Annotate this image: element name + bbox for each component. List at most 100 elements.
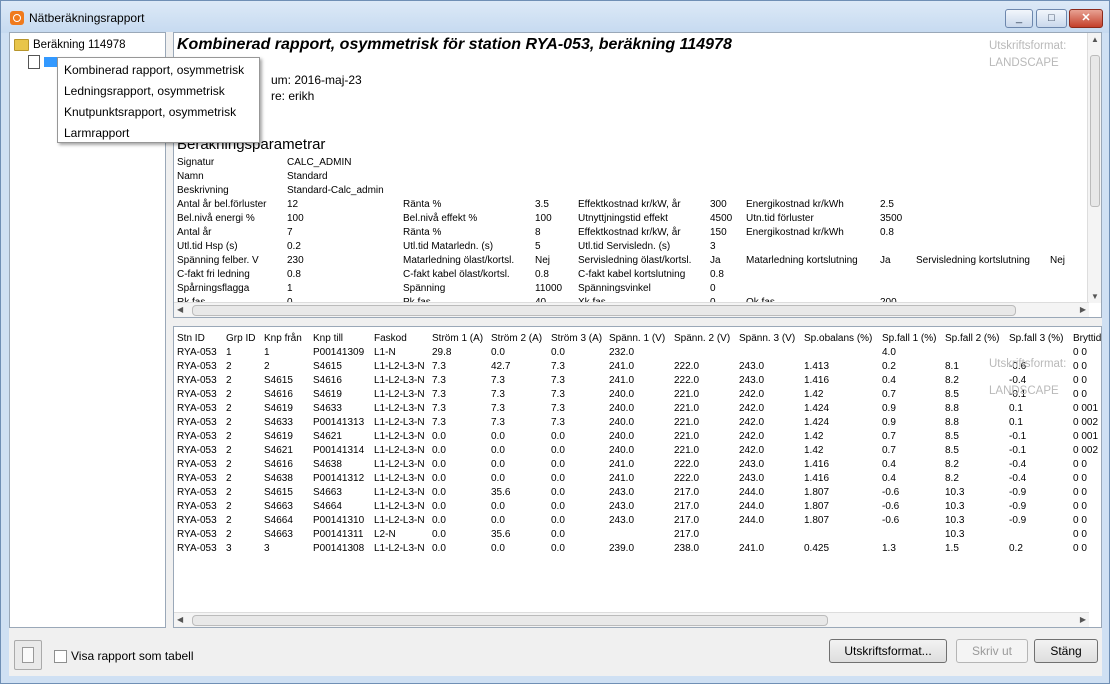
table-cell: 7.3 bbox=[551, 361, 565, 372]
table-cell: 0.4 bbox=[882, 473, 896, 484]
table-cell: 0.0 bbox=[551, 543, 565, 554]
param-label: Utl.tid Matarledn. (s) bbox=[403, 241, 494, 252]
table-cell: L1-L2-L3-N bbox=[374, 501, 425, 512]
table-cell: 241.0 bbox=[609, 361, 635, 372]
table-cell: 243.0 bbox=[739, 473, 765, 484]
table-cell: 7.3 bbox=[551, 389, 565, 400]
table-cell: S4663 bbox=[313, 487, 342, 498]
table-cell: S4621 bbox=[313, 431, 342, 442]
table-cell: 0.1 bbox=[1009, 417, 1023, 428]
table-header[interactable]: Spänn. 3 (V) bbox=[739, 333, 795, 344]
report-vertical-scrollbar[interactable]: ▲ ▼ bbox=[1087, 33, 1101, 303]
table-cell: 243.0 bbox=[739, 361, 765, 372]
table-header[interactable]: Ström 1 (A) bbox=[432, 333, 483, 344]
show-as-table-checkbox[interactable] bbox=[54, 650, 67, 663]
table-cell: 2 bbox=[226, 459, 232, 470]
table-header[interactable]: Sp.fall 1 (%) bbox=[882, 333, 936, 344]
report-user: re: erikh bbox=[271, 89, 315, 103]
table-header[interactable]: Stn ID bbox=[177, 333, 205, 344]
table-cell: 0.0 bbox=[491, 543, 505, 554]
table-cell: 240.0 bbox=[609, 431, 635, 442]
table-cell: 1.424 bbox=[804, 417, 830, 428]
table-cell: 0.0 bbox=[491, 347, 505, 358]
table-cell: 0.0 bbox=[432, 459, 446, 470]
param-label: Spänning felber. V bbox=[177, 255, 259, 266]
table-cell: L1-L2-L3-N bbox=[374, 389, 425, 400]
table-cell: 0.4 bbox=[882, 375, 896, 386]
table-header[interactable]: Sp.fall 3 (%) bbox=[1009, 333, 1063, 344]
horizontal-scroll-thumb[interactable] bbox=[192, 305, 1016, 316]
pdf-export-icon[interactable] bbox=[14, 640, 42, 670]
table-cell: 0 0 bbox=[1073, 529, 1087, 540]
table-cell: RYA-053 bbox=[177, 459, 217, 470]
table-cell: 243.0 bbox=[609, 501, 635, 512]
maximize-button[interactable]: □ bbox=[1036, 9, 1067, 28]
table-cell: 0.0 bbox=[432, 487, 446, 498]
menu-item-line-report[interactable]: Ledningsrapport, osymmetrisk bbox=[64, 82, 225, 100]
menu-item-alarm-report[interactable]: Larmrapport bbox=[64, 124, 129, 142]
table-cell: 8.2 bbox=[945, 459, 959, 470]
tree-root-item[interactable]: Beräkning 114978 bbox=[14, 37, 126, 53]
table-cell: 243.0 bbox=[739, 459, 765, 470]
param-value: 7 bbox=[287, 227, 293, 238]
vertical-scroll-thumb[interactable] bbox=[1090, 55, 1100, 207]
table-cell: L1-L2-L3-N bbox=[374, 459, 425, 470]
param-label: C-fakt kabel ölast/kortsl. bbox=[403, 269, 510, 280]
table-cell: 2 bbox=[226, 515, 232, 526]
table-cell: 0 0 bbox=[1073, 375, 1087, 386]
param-label: Antal år bbox=[177, 227, 212, 238]
table-cell: 1.3 bbox=[882, 543, 896, 554]
table-cell: 0.9 bbox=[882, 403, 896, 414]
table-cell: 0.0 bbox=[491, 515, 505, 526]
close-button[interactable]: Stäng bbox=[1034, 639, 1098, 663]
minimize-button[interactable]: _ bbox=[1005, 9, 1033, 28]
table-cell: 0 0 bbox=[1073, 389, 1087, 400]
table-cell: S4616 bbox=[264, 459, 293, 470]
table-cell: 0 001 bbox=[1073, 431, 1099, 442]
table-cell: P00141312 bbox=[313, 473, 365, 484]
table-cell: S4615 bbox=[264, 487, 293, 498]
table-header[interactable]: Spänn. 2 (V) bbox=[674, 333, 730, 344]
param-label: Spänning bbox=[403, 283, 446, 294]
param-value: 8 bbox=[535, 227, 541, 238]
table-cell: 0.0 bbox=[432, 543, 446, 554]
table-cell: 0.7 bbox=[882, 445, 896, 456]
table-header[interactable]: Bryttid bbox=[1073, 333, 1101, 344]
table-cell: 0.0 bbox=[432, 445, 446, 456]
table-cell: 0.0 bbox=[551, 459, 565, 470]
table-scroll-thumb[interactable] bbox=[192, 615, 828, 626]
report-table: Stn ID Grp ID Knp från Knp till Faskod Ström … bbox=[173, 326, 1102, 628]
table-cell: 1.42 bbox=[804, 431, 824, 442]
print-format-button[interactable]: Utskriftsformat... bbox=[829, 639, 947, 663]
param-value: 4500 bbox=[710, 213, 733, 224]
report-horizontal-scrollbar[interactable]: ◀ ▶ bbox=[174, 302, 1089, 317]
table-cell: 7.3 bbox=[432, 417, 446, 428]
menu-item-combined-report[interactable]: Kombinerad rapport, osymmetrisk bbox=[64, 61, 244, 79]
table-horizontal-scrollbar[interactable]: ◀ ▶ bbox=[174, 612, 1089, 627]
table-header[interactable]: Sp.obalans (%) bbox=[804, 333, 872, 344]
table-cell: 0.2 bbox=[1009, 543, 1023, 554]
table-cell: S4616 bbox=[313, 375, 342, 386]
param-value: Nej bbox=[535, 255, 551, 266]
menu-item-node-report[interactable]: Knutpunktsrapport, osymmetrisk bbox=[64, 103, 236, 121]
table-cell: 0.0 bbox=[551, 347, 565, 358]
print-button[interactable]: Skriv ut bbox=[956, 639, 1028, 663]
param-value: Ja bbox=[710, 255, 721, 266]
param-value: Nej bbox=[1050, 255, 1066, 266]
document-icon bbox=[28, 55, 40, 69]
table-header[interactable]: Grp ID bbox=[226, 333, 255, 344]
table-header[interactable]: Sp.fall 2 (%) bbox=[945, 333, 999, 344]
table-cell: 1.807 bbox=[804, 515, 830, 526]
table-cell: L1-L2-L3-N bbox=[374, 361, 425, 372]
table-header[interactable]: Knp till bbox=[313, 333, 343, 344]
table-cell: 2 bbox=[226, 431, 232, 442]
table-cell: 1.42 bbox=[804, 389, 824, 400]
table-header[interactable]: Ström 2 (A) bbox=[491, 333, 542, 344]
param-label: Bel.nivå energi % bbox=[177, 213, 255, 224]
close-window-button[interactable]: ✕ bbox=[1069, 9, 1103, 28]
table-header[interactable]: Faskod bbox=[374, 333, 407, 344]
table-header[interactable]: Knp från bbox=[264, 333, 302, 344]
table-header[interactable]: Ström 3 (A) bbox=[551, 333, 602, 344]
table-header[interactable]: Spänn. 1 (V) bbox=[609, 333, 665, 344]
table-cell: RYA-053 bbox=[177, 417, 217, 428]
